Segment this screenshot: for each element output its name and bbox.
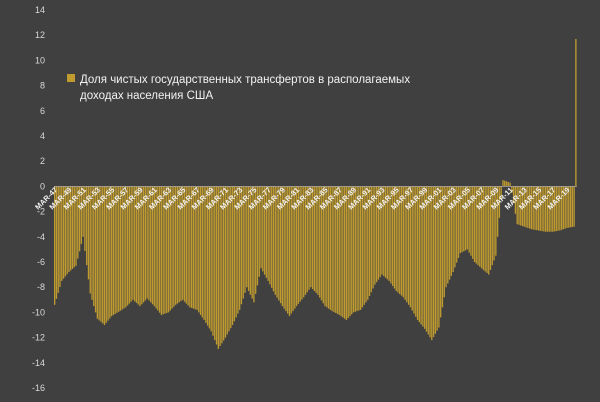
bar [219,186,221,347]
bar [214,186,216,341]
bar [217,186,219,349]
legend-swatch [67,74,75,82]
y-tick-label: 14 [35,5,45,15]
bar [230,186,232,329]
y-tick-label: 12 [35,30,45,40]
legend-label-line2: доходах населения США [80,90,213,102]
bar [432,186,435,337]
bar [509,182,511,187]
y-tick-label: 2 [40,156,45,166]
y-tick-label: -14 [32,358,45,368]
bar [102,186,104,324]
bar [429,186,431,338]
bar [343,186,346,319]
y-tick-label: -16 [32,383,45,393]
bar [228,186,230,332]
bar [215,186,218,345]
y-tick-label: 0 [40,181,45,191]
bar [427,186,429,335]
bar [201,186,203,318]
bar [415,186,417,317]
bar [431,186,433,341]
y-tick-label: 10 [35,55,45,65]
y-tick-label: -10 [32,307,45,317]
y-tick-label: -6 [37,257,45,267]
bar [575,38,577,187]
bar [504,180,506,187]
y-tick-label: -12 [32,333,45,343]
bar [573,186,575,227]
y-tick-label: 4 [40,131,45,141]
y-tick-label: -8 [37,282,45,292]
bar [502,180,504,187]
y-tick-label: 8 [40,81,45,91]
y-tick-label: 6 [40,106,45,116]
legend-label-line1: Доля чистых государственных трансфертов … [80,74,410,86]
y-tick-label: -4 [37,232,45,242]
chart: 14121086420-2-4-6-8-10-12-14-16 MAR-47MA… [0,0,600,402]
bar [571,186,573,228]
